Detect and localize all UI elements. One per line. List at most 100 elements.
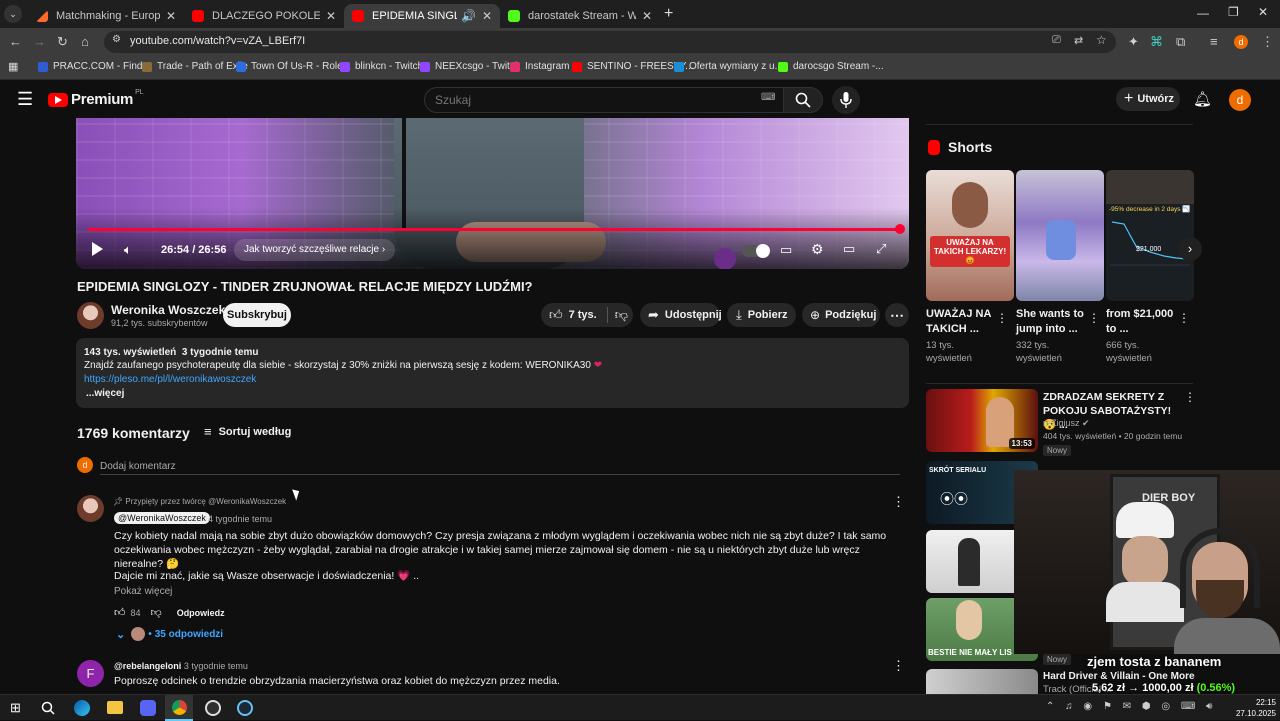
thumbs-down-icon[interactable]: 👎︎: [615, 307, 628, 323]
address-bar[interactable]: ⚙ youtube.com/watch?v=vZA_LBErf7I ⎚ ⇄ ☆: [104, 31, 1116, 53]
show-more-link[interactable]: Pokaż więcej: [114, 586, 172, 597]
play-button[interactable]: [92, 242, 103, 256]
settings-gear-icon[interactable]: ⚙: [811, 241, 824, 258]
second-comment-author[interactable]: @rebelangeloni: [114, 661, 181, 671]
theater-mode-icon[interactable]: ▭: [843, 241, 855, 257]
short-title-3[interactable]: from $21,000 to ...: [1106, 307, 1176, 337]
more-actions-button[interactable]: ⋯: [885, 303, 909, 327]
thanks-button[interactable]: ⊕ Podziękuj: [802, 303, 880, 327]
short-thumbnail-2[interactable]: [1016, 170, 1104, 301]
keyboard-icon[interactable]: ⌨: [761, 92, 775, 103]
tray-icons[interactable]: ⌃ ♫ ◉ ⚑ ✉ ⬢ ◎ ⌨ 🔊︎: [1046, 701, 1216, 712]
short-menu-icon[interactable]: ⋮: [1088, 311, 1100, 325]
short-title-2[interactable]: She wants to jump into ...: [1016, 307, 1086, 337]
bookmark-neexcsgo[interactable]: NEEXcsgo - Twitch: [420, 61, 520, 72]
hamburger-menu-icon[interactable]: ☰: [17, 89, 33, 109]
bookmark-star-icon[interactable]: ☆: [1096, 33, 1107, 47]
tab-matchmaking[interactable]: Matchmaking - Europe 5v5 Qu ✕: [28, 4, 184, 28]
steam-icon[interactable]: [237, 700, 253, 716]
progress-scrubber[interactable]: [895, 224, 905, 234]
channel-avatar[interactable]: [77, 302, 104, 329]
home-icon[interactable]: ⌂: [81, 34, 89, 50]
description-link[interactable]: https://pleso.me/pl/l/weronikawoszczek: [84, 374, 256, 385]
discord-icon[interactable]: [140, 700, 156, 716]
apps-grid-icon[interactable]: ▦: [8, 60, 18, 73]
pinned-time[interactable]: 4 tygodnie temu: [208, 514, 272, 524]
pinned-comment-avatar[interactable]: [77, 495, 104, 522]
share-button[interactable]: ➦ Udostępnij: [640, 303, 722, 327]
comment-like-icon[interactable]: 👍︎: [114, 606, 126, 619]
windows-start-icon[interactable]: ⊞: [10, 700, 21, 716]
short-title-1[interactable]: UWAŻAJ NA TAKICH ...: [926, 307, 992, 337]
comment-dislike-icon[interactable]: 👎︎: [151, 606, 162, 619]
restore-window-button[interactable]: ❐: [1228, 5, 1239, 19]
reload-icon[interactable]: ↻: [57, 34, 68, 50]
bookmark-oferta[interactable]: Oferta wymiany z u...: [674, 61, 783, 72]
bookmark-pracc[interactable]: PRACC.COM - Find...: [38, 61, 151, 72]
short-menu-icon[interactable]: ⋮: [1178, 311, 1190, 325]
video-player[interactable]: 🔈︎ 26:54 / 26:56 Jak tworzyć szczęśliwe …: [76, 118, 909, 269]
volume-icon[interactable]: 🔈︎: [124, 242, 132, 258]
recommended-thumbnail-1[interactable]: 13:53: [926, 389, 1038, 452]
recommended-thumbnail-5[interactable]: [926, 669, 1038, 694]
second-comment-time[interactable]: 3 tygodnie temu: [184, 661, 248, 671]
short-thumbnail-1[interactable]: UWAŻAJ NA TAKICH LEKARZY! 😡: [926, 170, 1014, 301]
tab-dlaczego[interactable]: DLACZEGO POKOLENIE Z NIE M ✕: [184, 4, 344, 28]
edge-icon[interactable]: [74, 700, 90, 716]
subtitles-icon[interactable]: ▭: [780, 242, 792, 258]
description-more[interactable]: ...więcej: [86, 388, 124, 399]
site-info-icon[interactable]: ⚙: [112, 34, 121, 45]
taskbar-search-icon[interactable]: [41, 701, 55, 715]
browser-menu-icon[interactable]: ⋮: [1261, 34, 1274, 50]
recommended-menu-icon[interactable]: ⋮: [1184, 390, 1196, 404]
tab-search-button[interactable]: ⌄: [4, 5, 22, 23]
file-explorer-icon[interactable]: [107, 701, 123, 714]
bookmark-town-of-us[interactable]: Town Of Us-R - Role...: [236, 61, 351, 72]
youtube-premium-logo[interactable]: Premium PL: [48, 89, 144, 108]
install-app-icon[interactable]: ⎚: [1052, 34, 1061, 47]
bookmark-blinkcn[interactable]: blinkcn - Twitch: [340, 61, 423, 72]
download-button[interactable]: ⤓ Pobierz: [727, 303, 796, 327]
shorts-next-button[interactable]: ›: [1178, 237, 1202, 261]
pinned-author-chip[interactable]: @WeronikaWoszczek: [114, 512, 210, 524]
like-button[interactable]: 👍︎ 7 tys.: [541, 307, 597, 323]
bookmark-instagram[interactable]: Instagram: [510, 61, 569, 72]
reply-button[interactable]: Odpowiedz: [177, 608, 225, 618]
minimize-window-button[interactable]: —: [1197, 6, 1209, 20]
replies-toggle[interactable]: ⌄ • 35 odpowiedzi: [116, 627, 223, 641]
close-tab-icon[interactable]: ✕: [326, 9, 336, 23]
extension-puzzle-icon[interactable]: ✦: [1128, 34, 1139, 50]
close-tab-icon[interactable]: ✕: [642, 9, 652, 23]
extension-icon[interactable]: ⌘: [1150, 34, 1163, 50]
subscribe-button[interactable]: Subskrybuj: [223, 303, 291, 327]
progress-bar[interactable]: [88, 224, 905, 234]
tab-darostatek-stream[interactable]: darostatek Stream - Watch Live ✕: [500, 4, 660, 28]
notifications-bell-icon[interactable]: 🔔︎: [1193, 90, 1212, 108]
short-thumbnail-3[interactable]: -95% decrease in 2 days 📉 $21,000: [1106, 170, 1194, 301]
taskbar-clock[interactable]: 22:15 27.10.2025: [1232, 697, 1276, 719]
new-tab-button[interactable]: +: [664, 5, 673, 23]
comment-menu-icon[interactable]: ⋮: [892, 658, 905, 674]
autoplay-toggle[interactable]: [742, 244, 770, 258]
tab-epidemia-singlozy[interactable]: EPIDEMIA SINGLOZY - TINE 🔊 ✕: [344, 4, 500, 28]
voice-search-button[interactable]: [832, 86, 860, 114]
profile-avatar[interactable]: d: [1234, 35, 1248, 49]
back-icon[interactable]: ←: [9, 34, 22, 50]
second-comment-avatar[interactable]: F: [77, 660, 104, 687]
reading-list-icon[interactable]: ≡: [1210, 34, 1218, 50]
recommended-channel-1[interactable]: reZigiusz ✔: [1043, 418, 1090, 429]
forward-icon[interactable]: →: [33, 34, 46, 50]
search-input[interactable]: [435, 92, 735, 108]
create-button[interactable]: + Utwórz: [1116, 87, 1180, 111]
obs-icon[interactable]: [205, 700, 221, 716]
description-box[interactable]: 143 tys. wyświetleń 3 tygodnie temu Znaj…: [76, 338, 909, 408]
fullscreen-icon[interactable]: ⤢: [876, 241, 886, 257]
speaker-icon[interactable]: 🔊: [461, 9, 476, 23]
chapter-button[interactable]: Jak tworzyć szczęśliwe relacje ›: [234, 239, 396, 261]
search-button[interactable]: [783, 87, 823, 113]
sort-button[interactable]: ≡ Sortuj według: [204, 424, 291, 439]
close-tab-icon[interactable]: ✕: [166, 9, 176, 23]
recommended-title-5[interactable]: Hard Driver & Villain - One More: [1043, 671, 1195, 682]
channel-name[interactable]: Weronika Woszczek: [111, 303, 225, 317]
translate-icon[interactable]: ⇄: [1074, 34, 1083, 47]
